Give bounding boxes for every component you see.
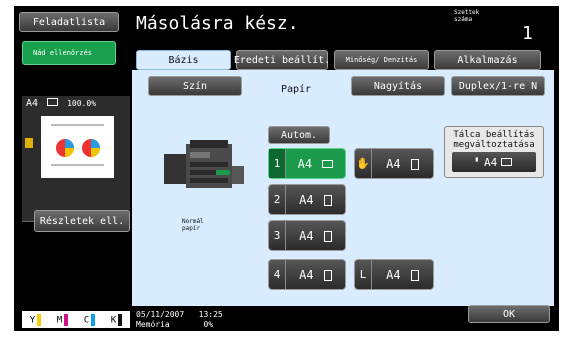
- toner-cyan: C: [84, 313, 96, 326]
- preview-image: [41, 116, 114, 178]
- tab-applications[interactable]: Alkalmazás: [434, 50, 541, 70]
- change-tray-label: Tálca beállítás megváltoztatása: [453, 130, 535, 150]
- tray-4-button[interactable]: 4 A4: [268, 259, 346, 290]
- portrait-icon: [410, 158, 419, 170]
- bypass-tray-button[interactable]: ✋ A4: [354, 148, 434, 179]
- tray-3-button[interactable]: 3 A4: [268, 220, 346, 251]
- tray-1-button[interactable]: 1 A4: [268, 148, 346, 179]
- portrait-icon: [323, 269, 332, 281]
- proof-copy-button[interactable]: Nád ellenőrzés: [22, 41, 116, 65]
- hand-icon: ✋: [355, 149, 372, 178]
- tray-number: 3: [269, 221, 286, 250]
- job-list-button[interactable]: Feladatlista: [19, 12, 119, 32]
- copier-screen: Feladatlista Nád ellenőrzés A4 100.0% Ré…: [14, 6, 559, 331]
- portrait-icon: [501, 158, 513, 166]
- status-line: A4 100.0%: [26, 98, 96, 109]
- toner-levels: Y M C K: [22, 311, 130, 328]
- copies-label: Szettek száma: [454, 9, 480, 23]
- tray-number: 2: [269, 185, 286, 214]
- tray-number: 1: [269, 149, 286, 178]
- portrait-icon: [410, 269, 419, 281]
- tray-size: A4: [372, 157, 433, 171]
- paper-type-label: Normál papír: [182, 218, 204, 232]
- tab-quality-density[interactable]: Minőség/ Denzitás: [334, 50, 429, 70]
- status-paper: A4: [26, 98, 39, 109]
- tab-original-settings[interactable]: Eredeti beállít.: [234, 50, 330, 70]
- tab-basic[interactable]: Bázis: [136, 50, 231, 70]
- toner-yellow: Y: [30, 313, 42, 326]
- footer-date: 05/11/2007 13:25: [136, 310, 223, 319]
- auto-paper-button[interactable]: Autom.: [268, 126, 330, 144]
- tray-number: 4: [269, 260, 286, 289]
- change-tray-value: ▘ A4: [452, 152, 536, 172]
- footer-memory: Memória 0%: [136, 320, 214, 329]
- tray-badge-icon: ▘: [475, 158, 480, 166]
- tray-size: A4: [286, 268, 345, 282]
- page-title: Másolásra kész.: [136, 13, 299, 34]
- tray-size: A4: [286, 193, 345, 207]
- subtab-color[interactable]: Szín: [148, 76, 242, 96]
- landscape-icon: [322, 159, 334, 168]
- ok-button[interactable]: OK: [468, 305, 550, 323]
- toner-magenta: M: [57, 313, 69, 326]
- details-button[interactable]: Részletek ell.: [34, 210, 130, 232]
- copier-machine-icon: [164, 140, 244, 188]
- tray-size: A4: [286, 229, 345, 243]
- portrait-icon: [323, 194, 332, 206]
- tray-size: A4: [372, 268, 433, 282]
- portrait-icon: [47, 98, 59, 106]
- change-tray-setting-button[interactable]: Tálca beállítás megváltoztatása ▘ A4: [444, 126, 544, 178]
- color-preview-icon: [51, 124, 104, 166]
- tray-size: A4: [286, 157, 345, 171]
- subtab-duplex[interactable]: Duplex/1-re N: [451, 76, 545, 96]
- subtab-zoom[interactable]: Nagyítás: [351, 76, 445, 96]
- content-area: Szín Papír Nagyítás Duplex/1-re N Normál…: [132, 70, 554, 306]
- toner-black: K: [111, 313, 123, 326]
- status-panel: A4 100.0%: [22, 96, 130, 222]
- side-icon: [25, 138, 33, 148]
- tray-2-button[interactable]: 2 A4: [268, 184, 346, 215]
- lct-tray-button[interactable]: L A4: [354, 259, 434, 290]
- portrait-icon: [323, 230, 332, 242]
- copies-count: 1: [522, 23, 533, 44]
- tray-number: L: [355, 260, 372, 289]
- status-zoom: 100.0%: [67, 99, 97, 108]
- subtab-paper[interactable]: Papír: [250, 76, 342, 102]
